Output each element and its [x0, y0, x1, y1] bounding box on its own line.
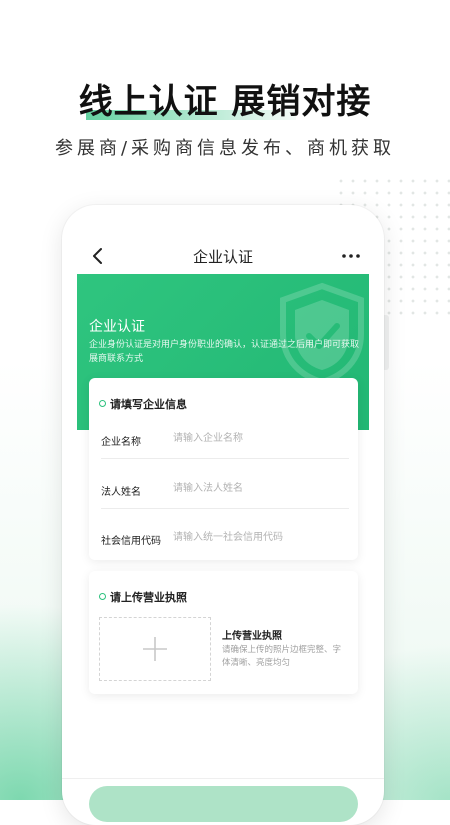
- field-legal-person: 法人姓名: [101, 479, 349, 533]
- legal-person-label: 法人姓名: [101, 487, 141, 498]
- section-dot-icon: [99, 593, 106, 600]
- phone-side-button: [384, 315, 389, 370]
- section-dot-icon: [99, 400, 106, 407]
- promo-headline: 线上认证 展销对接: [0, 74, 450, 123]
- banner-description: 企业身份认证是对用户身份职业的确认，认证通过之后用户即可获取展商联系方式: [89, 340, 360, 364]
- shield-check-icon: [280, 282, 364, 386]
- page-title: 企业认证: [192, 248, 253, 266]
- info-section-title: 请填写企业信息: [110, 398, 187, 411]
- upload-title: 上传营业执照: [222, 631, 282, 642]
- more-icon[interactable]: [340, 245, 362, 267]
- promo-headline-text: 线上认证 展销对接: [78, 82, 372, 122]
- company-info-card: 请填写企业信息 企业名称 法人姓名 社会信用代码: [89, 378, 358, 560]
- banner-title: 企业认证: [89, 319, 145, 335]
- legal-person-input[interactable]: [173, 479, 343, 497]
- credit-code-input[interactable]: [173, 528, 343, 546]
- divider: [101, 508, 349, 509]
- field-company-name: 企业名称: [101, 429, 349, 483]
- plus-icon: [143, 637, 167, 661]
- bottom-divider: [62, 778, 384, 779]
- license-section-title: 请上传营业执照: [110, 591, 187, 604]
- divider: [101, 458, 349, 459]
- company-name-label: 企业名称: [101, 437, 141, 448]
- upload-description: 请确保上传的照片边框完整、字体清晰、亮度均匀: [222, 645, 342, 668]
- license-upload-box[interactable]: [99, 617, 211, 681]
- license-upload-card: 请上传营业执照 上传营业执照 请确保上传的照片边框完整、字体清晰、亮度均匀: [89, 571, 358, 694]
- credit-code-label: 社会信用代码: [101, 536, 161, 547]
- company-name-input[interactable]: [173, 429, 343, 447]
- nav-bar: 企业认证: [62, 241, 384, 271]
- phone-frame: 企业认证 企业认证 企业身份认证是对用户身份职业的确认，认证通过之后用户即可获取…: [62, 205, 384, 825]
- submit-button[interactable]: [89, 786, 358, 822]
- promo-subline: 参展商/采购商信息发布、商机获取: [54, 138, 396, 159]
